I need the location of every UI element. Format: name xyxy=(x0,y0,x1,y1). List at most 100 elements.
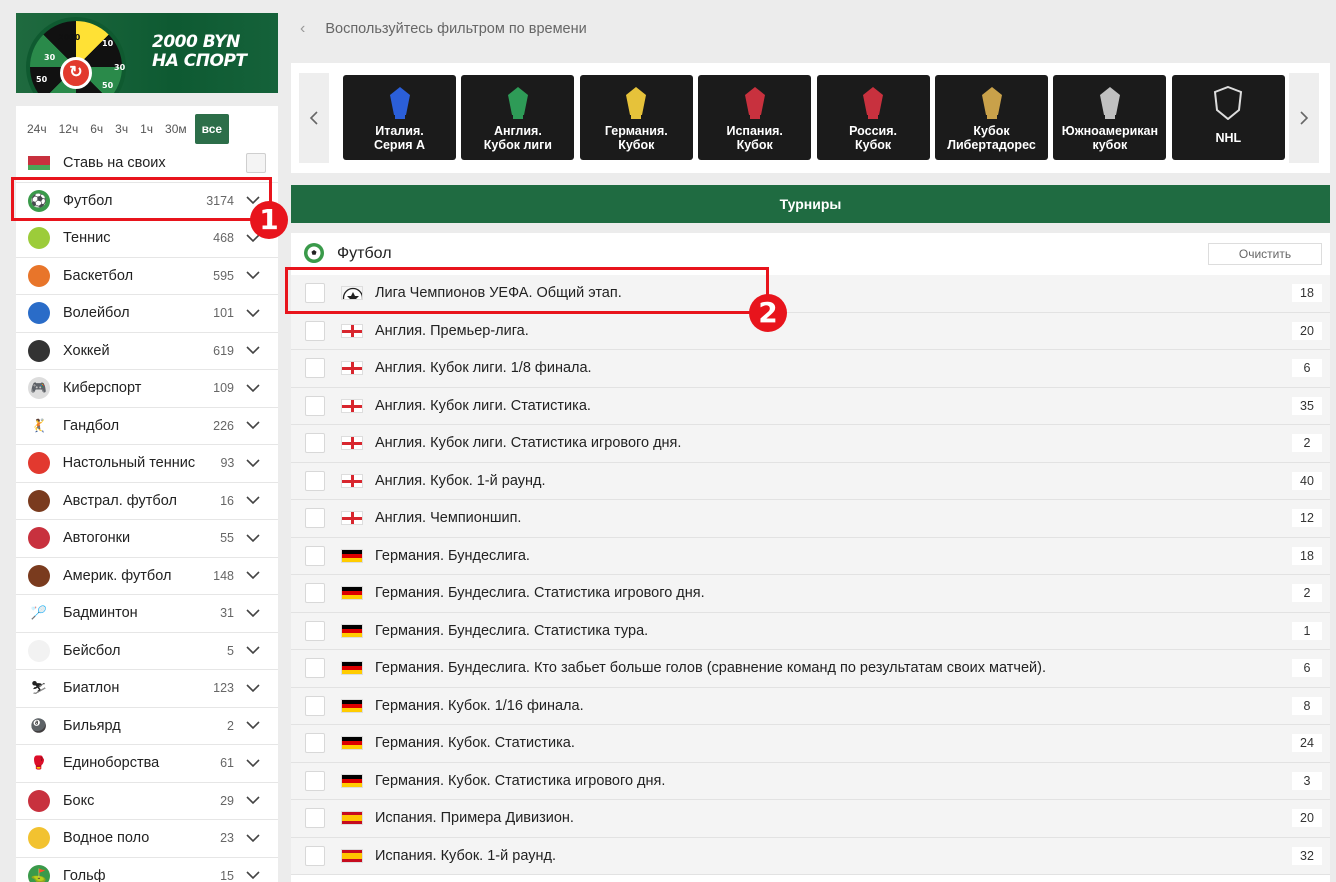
england-flag-icon xyxy=(341,511,363,526)
sport-item-13[interactable]: ⛷ Биатлон 123 xyxy=(16,670,278,708)
tournament-checkbox[interactable] xyxy=(305,358,325,379)
promo-banner[interactable]: 2000 10 30 30 50 50 ↻ 2000 BYN НА СПОРТ xyxy=(16,13,278,93)
sport-item-9[interactable]: Автогонки 55 xyxy=(16,520,278,558)
chevron-left-icon[interactable]: ‹ xyxy=(300,20,305,38)
league-card-3[interactable]: Испания. Кубок xyxy=(698,75,812,160)
tournament-checkbox[interactable] xyxy=(305,620,325,641)
chevron-down-icon[interactable] xyxy=(242,534,264,543)
sport-item-15[interactable]: 🥊 Единоборства 61 xyxy=(16,745,278,783)
sport-item-11[interactable]: 🏸 Бадминтон 31 xyxy=(16,595,278,633)
tournament-row[interactable]: Испания. Кубок. 1-й раунд. 32 xyxy=(291,837,1330,875)
sport-item-5[interactable]: 🎮 Киберспорт 109 xyxy=(16,370,278,408)
sport-item-10[interactable]: Америк. футбол 148 xyxy=(16,557,278,595)
sport-item-3[interactable]: Волейбол 101 xyxy=(16,295,278,333)
tournament-row[interactable]: Германия. Кубок. Статистика игрового дня… xyxy=(291,762,1330,800)
time-filter-option-active[interactable]: все xyxy=(194,114,230,144)
spain-flag-icon xyxy=(341,848,363,863)
tournament-checkbox[interactable] xyxy=(305,433,325,454)
sport-item-18[interactable]: ⛳ Гольф 15 xyxy=(16,857,278,882)
chevron-down-icon[interactable] xyxy=(242,571,264,580)
tournament-row[interactable]: Германия. Кубок. 1/16 финала. 8 xyxy=(291,687,1330,725)
time-filter-option[interactable]: 24ч xyxy=(21,114,53,144)
chevron-down-icon[interactable] xyxy=(242,346,264,355)
tournament-checkbox[interactable] xyxy=(305,583,325,604)
league-card-1[interactable]: Англия. Кубок лиги xyxy=(461,75,575,160)
tournament-row[interactable]: Англия. Премьер-лига. 20 xyxy=(291,312,1330,350)
tournament-row[interactable]: Англия. Кубок. 1-й раунд. 40 xyxy=(291,462,1330,500)
tournament-row[interactable]: Германия. Бундеслига. Кто забьет больше … xyxy=(291,650,1330,688)
hockey-puck-icon xyxy=(28,339,50,362)
tournament-row[interactable]: Англия. Кубок лиги. 1/8 финала. 6 xyxy=(291,350,1330,388)
chevron-down-icon[interactable] xyxy=(242,496,264,505)
tournament-checkbox[interactable] xyxy=(305,733,325,754)
chevron-down-icon[interactable] xyxy=(242,759,264,768)
league-card-2[interactable]: Германия. Кубок xyxy=(579,75,693,160)
carousel-next-button[interactable] xyxy=(1289,73,1319,163)
sidebar: 2000 10 30 30 50 50 ↻ 2000 BYN НА СПОРТ … xyxy=(16,13,278,882)
tournament-checkbox[interactable] xyxy=(305,770,325,791)
tournament-checkbox[interactable] xyxy=(305,658,325,679)
sport-item-7[interactable]: Настольный теннис 93 xyxy=(16,445,278,483)
sport-item-1[interactable]: Теннис 468 xyxy=(16,220,278,258)
tournament-name: Англия. Кубок лиги. 1/8 финала. xyxy=(375,360,592,377)
tournament-row[interactable]: Англия. Чемпионшип. 12 xyxy=(291,500,1330,538)
sport-item-14[interactable]: 🎱 Бильярд 2 xyxy=(16,707,278,745)
tournament-checkbox[interactable] xyxy=(305,808,325,829)
tournament-checkbox[interactable] xyxy=(305,845,325,866)
chevron-down-icon[interactable] xyxy=(242,796,264,805)
tournament-row[interactable]: Германия. Бундеслига. Статистика игровог… xyxy=(291,575,1330,613)
sport-item-12[interactable]: Бейсбол 5 xyxy=(16,632,278,670)
tournament-row[interactable]: Англия. Кубок лиги. Статистика игрового … xyxy=(291,425,1330,463)
tournament-row[interactable]: Германия. Кубок. Статистика. 24 xyxy=(291,725,1330,763)
tournament-checkbox[interactable] xyxy=(305,508,325,529)
sport-item-16[interactable]: Бокс 29 xyxy=(16,782,278,820)
league-card-name: Германия. Кубок xyxy=(604,124,668,152)
sport-item-4[interactable]: Хоккей 619 xyxy=(16,332,278,370)
sport-item-6[interactable]: 🤾 Гандбол 226 xyxy=(16,407,278,445)
time-filter-option[interactable]: 1ч xyxy=(134,114,159,144)
time-filter-option[interactable]: 12ч xyxy=(53,114,85,144)
clear-button[interactable]: Очистить xyxy=(1208,243,1322,265)
sport-item-17[interactable]: Водное поло 23 xyxy=(16,820,278,858)
league-card-6[interactable]: Южноамерикан кубок xyxy=(1053,75,1167,160)
tournament-checkbox[interactable] xyxy=(305,320,325,341)
chevron-down-icon[interactable] xyxy=(242,684,264,693)
spain-flag-icon xyxy=(341,811,363,826)
time-filter-option[interactable]: 30м xyxy=(159,114,193,144)
chevron-down-icon[interactable] xyxy=(242,421,264,430)
sport-count: 595 xyxy=(213,268,234,283)
tournament-count: 2 xyxy=(1292,434,1322,453)
carabao-cup-logo-icon xyxy=(461,83,574,123)
league-card-0[interactable]: Италия. Серия А xyxy=(343,75,456,160)
chevron-down-icon[interactable] xyxy=(242,834,264,843)
chevron-down-icon[interactable] xyxy=(242,271,264,280)
league-card-5[interactable]: Кубок Либертадорес xyxy=(935,75,1048,160)
chevron-down-icon[interactable] xyxy=(242,309,264,318)
league-card-4[interactable]: Россия. Кубок xyxy=(816,75,930,160)
chevron-down-icon[interactable] xyxy=(242,609,264,618)
bet-on-own-checkbox[interactable] xyxy=(246,153,266,174)
tournament-checkbox[interactable] xyxy=(305,545,325,566)
carousel-prev-button[interactable] xyxy=(299,73,329,163)
tournament-row[interactable]: Англия. Кубок лиги. Статистика. 35 xyxy=(291,387,1330,425)
chevron-down-icon[interactable] xyxy=(242,646,264,655)
time-filter-option[interactable]: 3ч xyxy=(109,114,134,144)
tournaments-tab[interactable]: Турниры xyxy=(291,185,1330,223)
sport-item-2[interactable]: Баскетбол 595 xyxy=(16,257,278,295)
tournament-row[interactable]: Испания. Примера Дивизион. 20 xyxy=(291,800,1330,838)
league-card-name: Англия. Кубок лиги xyxy=(483,124,552,152)
tournament-checkbox[interactable] xyxy=(305,695,325,716)
chevron-down-icon[interactable] xyxy=(242,721,264,730)
handball-icon: 🤾 xyxy=(28,414,50,437)
sport-item-8[interactable]: Австрал. футбол 16 xyxy=(16,482,278,520)
chevron-down-icon[interactable] xyxy=(242,871,264,880)
league-card-7[interactable]: NHL xyxy=(1171,75,1285,160)
tournament-checkbox[interactable] xyxy=(305,470,325,491)
annotation-box-2 xyxy=(285,267,769,314)
chevron-down-icon[interactable] xyxy=(242,384,264,393)
tournament-row[interactable]: Германия. Бундеслига. Статистика тура. 1 xyxy=(291,612,1330,650)
chevron-down-icon[interactable] xyxy=(242,459,264,468)
tournament-checkbox[interactable] xyxy=(305,395,325,416)
time-filter-option[interactable]: 6ч xyxy=(84,114,109,144)
tournament-row[interactable]: Германия. Бундеслига. 18 xyxy=(291,537,1330,575)
